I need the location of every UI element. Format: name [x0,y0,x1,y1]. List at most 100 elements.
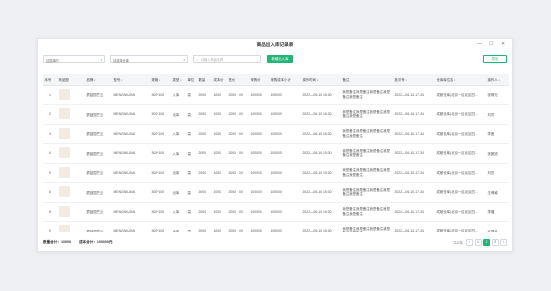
cell-batch: 2022—06-10-17-34 [393,221,435,232]
page-button-2[interactable]: 2 [483,238,490,246]
cell-unit: 袋 [186,104,197,125]
table-row[interactable]: 1 蘑菇园芒云 MENGNIUJIAI 300*100 入库袋 2000 1000 2000 … [43,85,509,105]
page-button-3[interactable]: 3 [491,238,499,246]
column-header-label: 型号 [113,77,121,82]
cell-type: 出库 [171,182,186,203]
cell-thumb [57,85,85,105]
cell-cost: 1000 [212,163,227,183]
column-header: 数量 [197,74,212,86]
cell-cost: 1000 [212,221,227,232]
cell-price: 2000 · 00 [227,163,249,183]
cell-spec: 300*100 [150,85,171,105]
cell-price: 2000 · 00 [227,221,249,232]
column-header: 采购价 [249,74,269,86]
add-record-button[interactable]: 新增出入库 [267,55,293,63]
cell-cost: 1000 [212,85,227,105]
cell-subtotal: 100000 [269,85,301,105]
column-header: 备注 [341,74,393,86]
table-row[interactable]: 6 蘑菇园芒云 MENGNIUJIAI 300*100 出库袋 2000 1000 2000 … [43,182,509,203]
sort-caret-icon[interactable]: ▾ [498,79,499,82]
cell-spec: 300*100 [150,202,171,222]
cell-batch: 2022—06-10-17-34 [393,124,435,144]
time-select-value: 请选择时 [46,58,59,63]
product-thumbnail [58,166,70,178]
column-header[interactable]: 规格▾ [150,74,171,86]
close-icon[interactable]: ✕ [501,41,505,47]
column-header-label: 商品图 [58,77,69,82]
product-thumbnail [58,108,70,120]
sort-caret-icon[interactable]: ▾ [405,79,406,82]
cell-batch: 2022—06-10-17-34 [393,85,435,105]
column-header-label: 成本价 [213,77,224,82]
cell-purchase: 100000 [249,182,269,203]
search-input[interactable] [201,56,259,63]
cost-total: 成本合计：100000元 [78,240,113,244]
column-header[interactable]: 操作人▾ [486,74,509,86]
cell-type: 入库 [171,143,186,164]
cell-idx: 9 [43,221,57,232]
page-button-1[interactable]: 1 [474,238,482,246]
table-row[interactable]: 2 蘑菇园芒云 MENGNIUJIAI 300*100 出库袋 2000 1000 2000 … [43,104,509,125]
cell-remark: 我是备注我是备注我是备注我是备注我是备注 [341,85,393,105]
cell-type: 出库 [171,221,186,232]
cell-price: 2000 · 00 [227,202,249,222]
prev-page-button[interactable]: ‹ [466,238,473,246]
time-select[interactable]: 请选择时 ▾ [43,55,105,63]
cell-warehouse: 成都仓库(北京一区北区四... [435,104,486,125]
column-header[interactable]: 仓库库位名▾ [435,74,486,86]
cell-purchase: 100000 [249,85,269,105]
cell-time: 2022—06-10 15:30 [301,202,341,222]
minimize-icon[interactable]: — [477,41,482,47]
cell-thumb [57,104,85,125]
sort-caret-icon[interactable]: ▾ [180,79,181,82]
cell-qty: 2000 [197,85,212,105]
maximize-icon[interactable]: ☐ [489,41,493,47]
table-row[interactable]: 4 蘑菇园芒云 MENGNIUJIAI 300*100 入库袋 2000 1000 2000 … [43,143,509,164]
sort-caret-icon[interactable]: ▾ [121,79,122,82]
column-header-label: 类型 [172,77,180,82]
window-title: 商品出入库记录表 [256,42,294,47]
cell-brand: 蘑菇园芒云 [85,104,112,125]
cell-price: 2000 · 00 [227,143,249,164]
column-header[interactable]: 类型▾ [171,74,186,86]
cell-price: 2000 · 00 [227,182,249,203]
product-thumbnail [58,205,70,217]
cell-spec: 300*100 [150,221,171,232]
cell-thumb [57,143,85,164]
cell-cost: 1000 [212,124,227,144]
column-header[interactable]: 操作时间▾ [301,74,341,86]
table-row[interactable]: 3 蘑菇园芒云 MENGNIUJIAI 300*100 入库袋 2000 1000 2000 … [43,124,509,144]
table-row[interactable]: 8 蘑菇园芒云 MENGNIUJIAI 300*100 入库袋 2000 1000 2000 … [43,202,509,222]
warehouse-select[interactable]: 请选择仓库 ▾ [110,55,188,63]
cell-remark: 我是备注我是备注我是备注我是备注我是备注 [341,221,393,232]
cell-qty: 2000 [197,163,212,183]
cell-cost: 1000 [212,182,227,203]
column-header[interactable]: 型号▾ [112,74,150,86]
column-header-label: 序号 [44,77,52,82]
totals-summary: 数量合计：10000 成本合计：100000元 [43,240,120,245]
cell-thumb [57,202,85,222]
table-row[interactable]: 9 蘑菇园芒云 MENGNIUJIAI 300*100 出库袋 2000 1000 2000 … [43,221,509,232]
column-header[interactable]: 批次号▾ [393,74,435,86]
export-button[interactable]: 导出 [483,55,507,63]
cell-subtotal: 100000 [269,163,301,183]
cell-thumb [57,163,85,183]
cell-spec: 300*100 [150,182,171,203]
sort-caret-icon[interactable]: ▾ [94,79,95,82]
sort-caret-icon[interactable]: ▾ [454,79,455,82]
cell-subtotal: 100000 [269,202,301,222]
cell-time: 2022—06-10 15:30 [301,163,341,183]
column-header[interactable]: 品牌▾ [85,74,112,86]
cell-model: MENGNIUJIAI [112,182,150,203]
cell-cost: 1000 [212,202,227,222]
cell-price: 2000 · 00 [227,124,249,144]
cell-batch: 2022—06-10-17-34 [393,104,435,125]
table-row[interactable]: 5 蘑菇园芒云 MENGNIUJIAI 300*100 出库袋 2000 1000 2000 … [43,163,509,183]
column-header-label: 单位 [187,77,195,82]
filter-bar: 请选择时 ▾ 请选择仓库 ▾ ⌕ 新增出入库 导出 [43,55,507,64]
cell-idx: 3 [43,124,57,144]
sort-caret-icon[interactable]: ▾ [317,79,318,82]
next-page-button[interactable]: › [500,238,507,246]
sort-caret-icon[interactable]: ▾ [159,79,160,82]
table-body: 1 蘑菇园芒云 MENGNIUJIAI 300*100 入库袋 2000 1000 2000 … [43,85,509,232]
